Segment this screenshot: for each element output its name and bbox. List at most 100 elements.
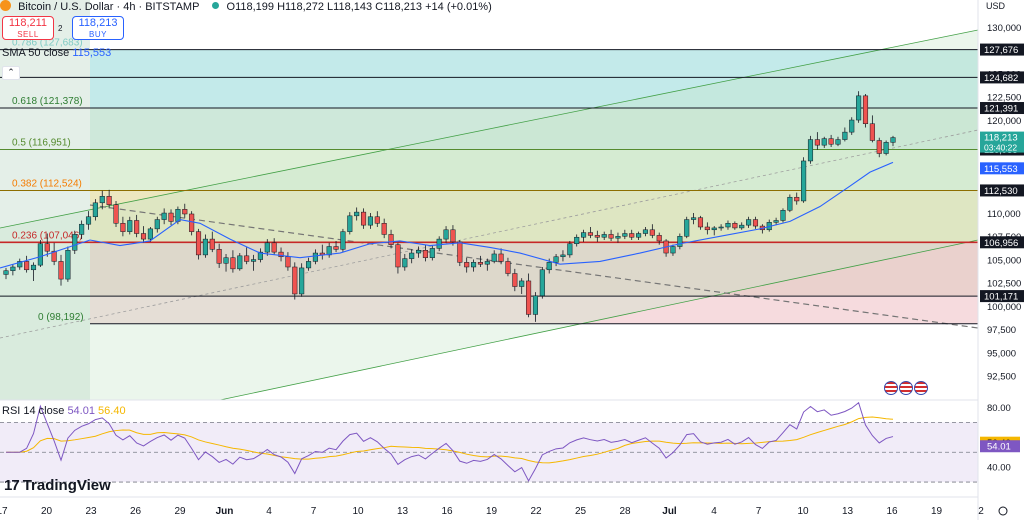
candle-body <box>367 216 373 226</box>
candle-body <box>849 119 855 133</box>
candle-body <box>361 211 367 226</box>
time-tick-label: 23 <box>85 506 97 517</box>
candle <box>801 157 807 203</box>
candle <box>856 91 862 123</box>
symbol-title[interactable]: Bitcoin / U.S. Dollar · 4h · BITSTAMP <box>18 1 199 13</box>
candle-body <box>195 231 202 256</box>
candle-body <box>725 223 731 228</box>
price-chart[interactable]: 0.786 (127,683)0.618 (121,378)0.5 (116,9… <box>0 0 1024 520</box>
candle-body <box>79 223 85 235</box>
collapse-legend-chevron-icon[interactable]: ⌃ <box>2 66 20 80</box>
candle-body <box>752 219 759 227</box>
price-tick-label: 120,000 <box>987 116 1021 127</box>
candle-body <box>354 211 360 217</box>
candle-body <box>189 213 195 232</box>
time-tick-label: Jun <box>216 506 234 517</box>
candle-body <box>615 236 621 239</box>
candle <box>292 262 298 300</box>
rsi-tick-label: 54.01 <box>987 442 1011 453</box>
sell-button[interactable]: 118,211 SELL <box>2 16 54 40</box>
candle-body <box>883 142 889 154</box>
fib-ratio-label: 0.618 (121,378) <box>12 96 83 107</box>
time-tick-label: 28 <box>619 506 631 517</box>
candle-body <box>409 252 415 259</box>
candle-body <box>24 261 30 271</box>
time-tick-label: 16 <box>441 506 453 517</box>
tradingview-logo-icon: 17 <box>4 477 20 494</box>
us-flag-icon[interactable] <box>884 381 898 395</box>
sma-legend[interactable]: SMA 50 close 115,553 <box>2 47 111 59</box>
candle-body <box>601 234 607 238</box>
candle-body <box>388 234 394 245</box>
sma-legend-label: SMA 50 close <box>2 47 70 59</box>
candle-body <box>519 280 525 287</box>
candle-body <box>718 226 724 229</box>
candle-body <box>732 223 738 229</box>
candle-body <box>491 253 497 262</box>
candle-body <box>629 233 635 238</box>
candle-body <box>443 229 449 240</box>
candle-body <box>182 209 188 215</box>
candle-body <box>512 273 518 287</box>
candle-body <box>58 261 64 280</box>
fib-price-tag: 124,682 <box>984 73 1018 84</box>
bitcoin-icon <box>0 0 11 11</box>
candle <box>883 140 889 156</box>
candle-body <box>656 235 662 242</box>
candle-body <box>292 266 298 295</box>
buy-button[interactable]: 118,213 BUY <box>72 16 124 40</box>
candle-body <box>402 258 408 268</box>
candle-body <box>842 131 848 140</box>
candle-body <box>484 261 490 265</box>
time-tick-label: 25 <box>575 506 587 517</box>
candle-body <box>65 250 71 280</box>
candle-body <box>271 242 277 253</box>
candle-body <box>416 250 422 254</box>
candle-body <box>85 216 92 225</box>
candle-body <box>340 231 346 250</box>
sell-price: 118,211 <box>8 17 48 29</box>
candle-body <box>670 246 676 254</box>
rsi-ma-legend-value: 56.40 <box>98 405 126 417</box>
candle-body <box>780 210 786 221</box>
currency-label: USD <box>986 1 1006 11</box>
candle-body <box>594 235 600 238</box>
time-tick-label: 13 <box>397 506 409 517</box>
economic-events[interactable] <box>884 381 929 398</box>
us-flag-icon[interactable] <box>914 381 928 395</box>
rsi-tick-label: 40.00 <box>987 463 1011 474</box>
rsi-legend-value: 54.01 <box>67 405 95 417</box>
candle-body <box>457 241 463 263</box>
candle-body <box>44 243 50 252</box>
rsi-legend[interactable]: RSI 14 close 54.01 56.40 <box>2 405 126 417</box>
candle-body <box>10 266 16 271</box>
candle-body <box>106 196 112 205</box>
candle-body <box>684 219 690 237</box>
fib-price-tag: 121,391 <box>984 104 1018 115</box>
candle-body <box>202 238 208 256</box>
candle-body <box>134 220 140 234</box>
time-tick-label: 7 <box>756 506 762 517</box>
candle-body <box>546 262 552 271</box>
ohlc-values: O118,199 H118,272 L118,143 C118,213 +14 … <box>226 1 492 13</box>
candle-body <box>835 139 841 145</box>
candle-body <box>711 227 717 231</box>
candle-body <box>230 257 236 270</box>
price-tick-label: 92,500 <box>987 372 1016 383</box>
candle <box>457 240 463 267</box>
chart-header: Bitcoin / U.S. Dollar · 4h · BITSTAMP O1… <box>0 0 496 14</box>
time-axis[interactable]: 17 20 23 26 29 Jun 4 7 10 13 16 19 22 25 28 Jul 4 7 10 13 16… <box>0 496 984 517</box>
time-tick-label: 16 <box>886 506 898 517</box>
candle-body <box>636 233 642 238</box>
candle <box>849 117 855 135</box>
candle-body <box>168 212 174 222</box>
candle <box>65 246 71 282</box>
candle <box>862 93 869 128</box>
price-tick-label: 95,000 <box>987 348 1016 359</box>
price-tick-label: 130,000 <box>987 23 1021 34</box>
us-flag-icon[interactable] <box>899 381 913 395</box>
price-axis[interactable]: USD130,000127,500125,000122,500120,00011… <box>977 0 1024 520</box>
price-tick-label: 97,500 <box>987 325 1016 336</box>
candle-body <box>801 160 807 202</box>
time-tick-label: 4 <box>266 506 272 517</box>
